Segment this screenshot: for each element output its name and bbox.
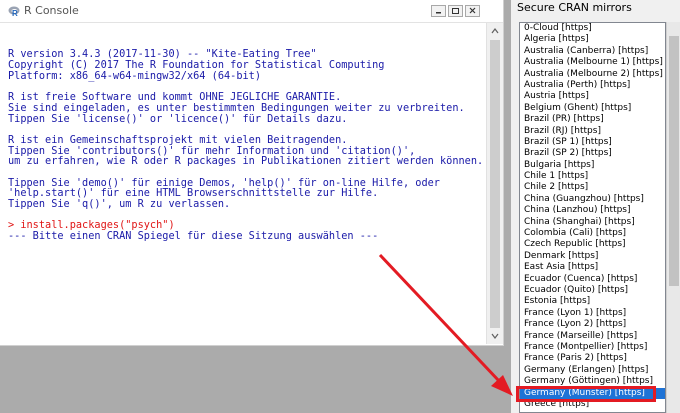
annotation-arrow (378, 253, 513, 396)
